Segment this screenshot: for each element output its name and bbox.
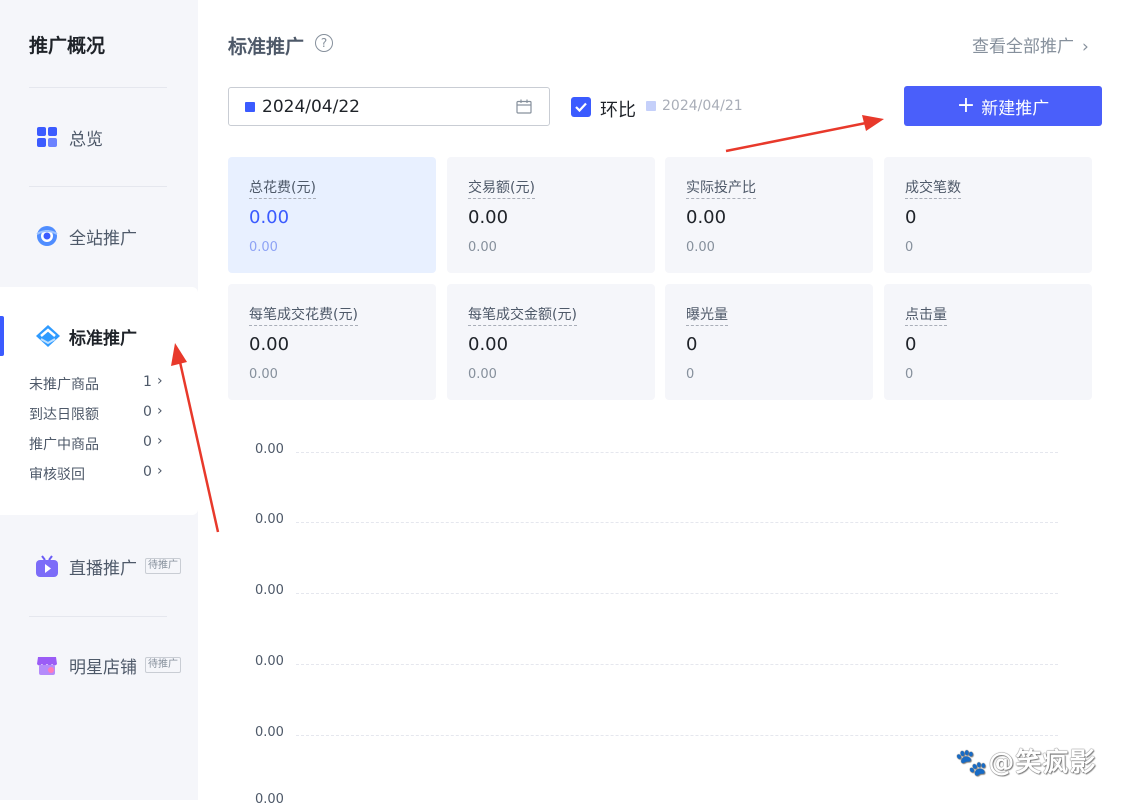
sub-item-count: 0 <box>143 404 152 420</box>
metric-label: 交易额(元) <box>468 177 535 199</box>
shop-icon <box>35 653 59 677</box>
tv-icon <box>35 554 59 578</box>
metric-card-gmv[interactable]: 交易额(元) 0.00 0.00 <box>447 157 655 273</box>
sidebar-item-standard-promo[interactable]: 标准推广 <box>0 316 198 356</box>
metric-value: 0.00 <box>686 207 727 228</box>
watermark: 🐾@笑疯影 <box>955 748 1097 778</box>
page-title: 标准推广 <box>228 36 305 58</box>
grid-icon <box>35 125 59 149</box>
compare-color-marker <box>646 101 656 111</box>
metric-compare-value: 0 <box>905 240 914 255</box>
metric-card-cost-per-order[interactable]: 每笔成交花费(元) 0.00 0.00 <box>228 284 436 400</box>
metric-card-amount-per-order[interactable]: 每笔成交金额(元) 0.00 0.00 <box>447 284 655 400</box>
metric-label: 曝光量 <box>686 304 728 326</box>
metric-value: 0.00 <box>249 334 290 355</box>
sub-item-unpromoted-products[interactable]: 未推广商品 1 › <box>29 372 169 394</box>
metric-label: 实际投产比 <box>686 177 756 199</box>
grid-line <box>296 522 1058 523</box>
chevron-right-icon: › <box>157 463 163 479</box>
divider <box>29 186 167 187</box>
chevron-right-icon: › <box>157 433 163 449</box>
metric-value: 0 <box>905 334 917 355</box>
y-tick-label: 0.00 <box>255 654 284 669</box>
metric-compare-value: 0.00 <box>686 240 715 255</box>
sub-item-count: 0 <box>143 434 152 450</box>
metric-compare-value: 0.00 <box>249 367 278 382</box>
arrow-to-new-button <box>725 115 884 153</box>
chevron-right-icon: › <box>157 403 163 419</box>
date-value: 2024/04/22 <box>262 97 360 117</box>
pending-tag: 待推广 <box>145 657 181 673</box>
metric-compare-value: 0 <box>686 367 695 382</box>
metric-value: 0.00 <box>249 207 290 228</box>
sidebar-item-label: 直播推广 <box>69 558 137 579</box>
metric-label: 点击量 <box>905 304 947 326</box>
sidebar-item-overview[interactable]: 总览 <box>0 117 198 157</box>
compare-checkbox[interactable] <box>571 97 591 117</box>
view-all-promotions-link[interactable]: 查看全部推广 › <box>972 32 1089 57</box>
metric-label: 每笔成交金额(元) <box>468 304 577 326</box>
chevron-right-icon: › <box>157 373 163 389</box>
metric-value: 0 <box>686 334 698 355</box>
sub-item-label: 到达日限额 <box>29 407 99 423</box>
calendar-icon <box>516 99 532 114</box>
sidebar-title: 推广概况 <box>29 35 106 57</box>
metric-card-impressions[interactable]: 曝光量 0 0 <box>665 284 873 400</box>
sidebar-item-label: 标准推广 <box>69 328 137 349</box>
sidebar-item-label: 全站推广 <box>69 228 137 249</box>
sub-item-review-rejected[interactable]: 审核驳回 0 › <box>29 462 169 484</box>
new-promotion-button[interactable]: + 新建推广 <box>904 86 1102 126</box>
chevron-right-icon: › <box>1082 37 1089 57</box>
sub-item-count: 1 <box>143 374 152 390</box>
sub-item-label: 推广中商品 <box>29 437 99 453</box>
grid-line <box>296 664 1058 665</box>
metric-value: 0.00 <box>468 207 509 228</box>
sidebar-item-star-shop[interactable]: 明星店铺 待推广 <box>0 645 198 685</box>
sub-item-label: 审核驳回 <box>29 467 85 483</box>
grid-line <box>296 735 1058 736</box>
help-icon[interactable]: ? <box>315 34 333 52</box>
target-icon <box>35 224 59 248</box>
metric-card-total-spend[interactable]: 总花费(元) 0.00 0.00 <box>228 157 436 273</box>
y-tick-label: 0.00 <box>255 725 284 740</box>
sidebar: 推广概况 总览 全站推广 标准推广 未推广商品 1 › 到达日限额 0 › 推广… <box>0 0 198 800</box>
sub-item-daily-limit-reached[interactable]: 到达日限额 0 › <box>29 402 169 424</box>
metric-label: 成交笔数 <box>905 177 961 199</box>
sidebar-item-site-promo[interactable]: 全站推广 <box>0 216 198 256</box>
metric-compare-value: 0.00 <box>468 367 497 382</box>
standard-promo-icon <box>35 324 60 348</box>
sidebar-item-label: 明星店铺 <box>69 657 137 678</box>
y-tick-label: 0.00 <box>255 442 284 457</box>
compare-date: 2024/04/21 <box>662 98 743 114</box>
metric-value: 0.00 <box>468 334 509 355</box>
metric-compare-value: 0.00 <box>249 240 278 255</box>
sub-item-count: 0 <box>143 464 152 480</box>
sidebar-item-label: 总览 <box>69 129 103 150</box>
series-color-marker <box>245 102 255 112</box>
sub-item-label: 未推广商品 <box>29 377 99 393</box>
view-all-label: 查看全部推广 <box>972 37 1074 57</box>
metric-card-orders[interactable]: 成交笔数 0 0 <box>884 157 1092 273</box>
metric-card-clicks[interactable]: 点击量 0 0 <box>884 284 1092 400</box>
y-tick-label: 0.00 <box>255 583 284 598</box>
pending-tag: 待推广 <box>145 558 181 574</box>
grid-line <box>296 452 1058 453</box>
new-promotion-label: 新建推广 <box>981 98 1050 119</box>
sub-item-promoting-products[interactable]: 推广中商品 0 › <box>29 432 169 454</box>
metric-value: 0 <box>905 207 917 228</box>
plus-icon: + <box>956 93 976 118</box>
divider <box>29 87 167 88</box>
metric-label: 每笔成交花费(元) <box>249 304 358 326</box>
y-tick-label: 0.00 <box>255 512 284 527</box>
grid-line <box>296 593 1058 594</box>
divider <box>29 616 167 617</box>
metric-card-roi[interactable]: 实际投产比 0.00 0.00 <box>665 157 873 273</box>
metric-compare-value: 0 <box>905 367 914 382</box>
check-icon <box>575 102 587 113</box>
date-picker[interactable]: 2024/04/22 <box>228 87 550 126</box>
compare-label: 环比 <box>600 100 636 121</box>
sidebar-item-live-promo[interactable]: 直播推广 待推广 <box>0 546 198 586</box>
metric-compare-value: 0.00 <box>468 240 497 255</box>
metric-label: 总花费(元) <box>249 177 316 199</box>
